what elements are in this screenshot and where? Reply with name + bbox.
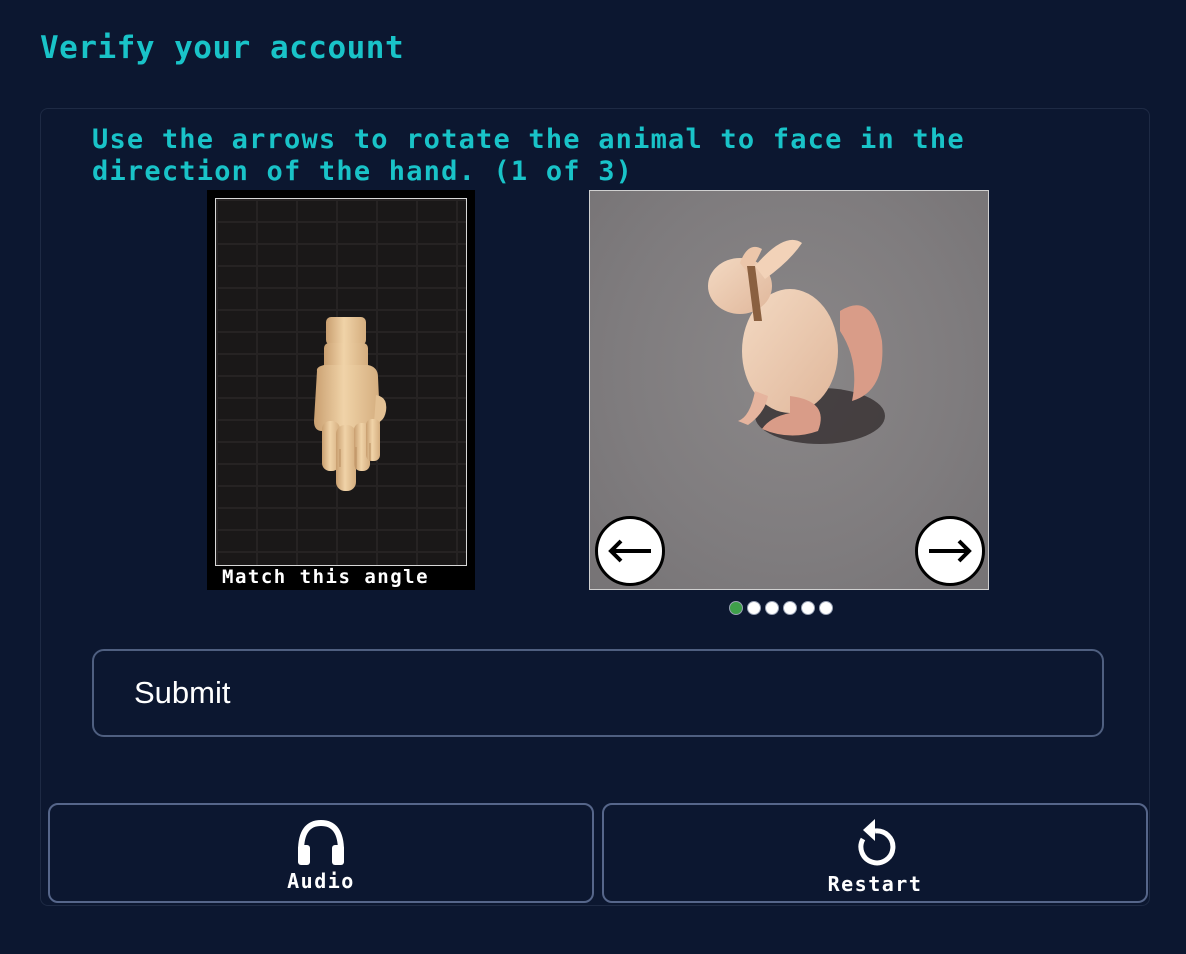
audio-button[interactable]: Audio [48,803,594,903]
rotate-left-button[interactable] [595,516,665,586]
page-title: Verify your account [40,30,405,66]
restart-label: Restart [827,872,923,896]
reference-image-frame: Match this angle [207,190,475,590]
progress-dot [747,601,761,615]
reference-caption: Match this angle [222,566,430,588]
animal-rotation-view [589,190,989,590]
hand-image [215,198,467,566]
progress-dots [729,601,833,615]
audio-label: Audio [287,869,355,893]
rotate-right-button[interactable] [915,516,985,586]
progress-dot [783,601,797,615]
restart-button[interactable]: Restart [602,803,1148,903]
restart-icon [853,817,897,870]
progress-dot [801,601,815,615]
progress-dot [819,601,833,615]
progress-dot [729,601,743,615]
submit-button[interactable]: Submit [92,649,1104,737]
challenge-instructions: Use the arrows to rotate the animal to f… [92,124,965,187]
arrow-right-icon [929,539,972,563]
progress-dot [765,601,779,615]
headphones-icon [296,817,346,870]
arrow-left-icon [608,539,651,563]
